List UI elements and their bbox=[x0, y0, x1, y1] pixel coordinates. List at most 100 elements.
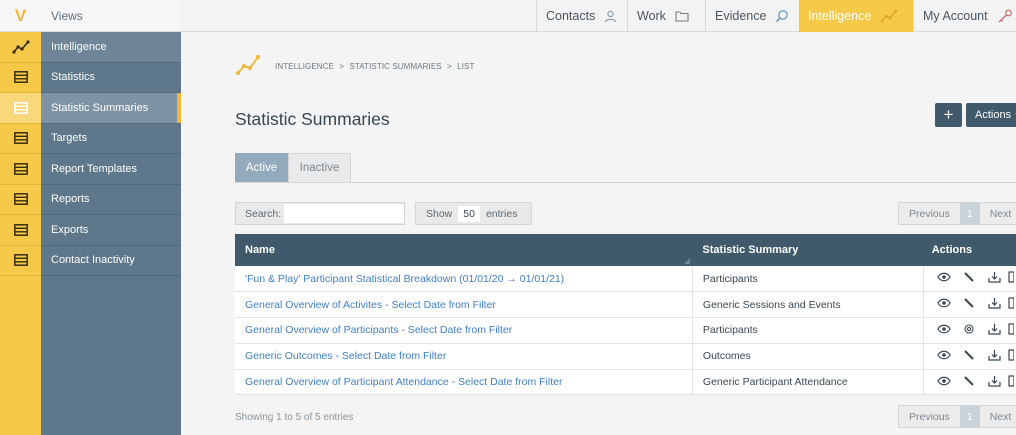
list-icon bbox=[13, 162, 28, 175]
sidebar-item-label: Targets bbox=[51, 132, 88, 145]
list-icon bbox=[13, 101, 28, 114]
rail-item-contact-inactivity[interactable] bbox=[0, 246, 41, 276]
list-icon bbox=[13, 132, 28, 145]
sidebar-item-label: Statistics bbox=[51, 71, 96, 84]
column-statistic-summary-header[interactable]: Statistic Summary bbox=[692, 234, 924, 266]
download-icon[interactable] bbox=[983, 349, 1005, 364]
breadcrumb-intelligence[interactable]: INTELLIGENCE bbox=[275, 62, 334, 71]
folder-icon bbox=[675, 10, 689, 22]
previous-page-button[interactable]: Previous bbox=[899, 203, 960, 224]
tab-my-account[interactable]: My Account bbox=[913, 0, 1016, 32]
rail-item-report-templates[interactable] bbox=[0, 154, 41, 185]
eye-icon[interactable] bbox=[933, 324, 955, 337]
eye-icon[interactable] bbox=[933, 350, 955, 363]
list-icon bbox=[13, 254, 28, 267]
eye-icon[interactable] bbox=[933, 272, 955, 285]
settings-icon[interactable] bbox=[958, 323, 980, 338]
table-row: 'Fun & Play' Participant Statistical Bre… bbox=[235, 266, 1016, 293]
app-logo[interactable]: V bbox=[0, 0, 41, 32]
rail-item-exports[interactable] bbox=[0, 215, 41, 246]
sidebar-item-targets[interactable]: Targets bbox=[41, 124, 181, 154]
add-button[interactable]: + bbox=[935, 103, 962, 127]
row-name-link[interactable]: General Overview of Participant Attendan… bbox=[235, 369, 693, 396]
next-page-button[interactable]: Next bbox=[980, 203, 1016, 224]
row-summary: Generic Participant Attendance bbox=[692, 369, 925, 396]
row-actions bbox=[923, 266, 1016, 293]
row-actions bbox=[923, 291, 1016, 319]
page-length-control: Show 50 entries bbox=[415, 202, 532, 225]
rail-item-reports[interactable] bbox=[0, 185, 41, 215]
key-icon bbox=[997, 9, 1013, 23]
pencil-icon[interactable] bbox=[958, 297, 980, 312]
breadcrumb: INTELLIGENCE > STATISTIC SUMMARIES > LIS… bbox=[275, 62, 474, 71]
rail-item-intelligence[interactable] bbox=[0, 32, 41, 63]
next-page-button[interactable]: Next bbox=[980, 406, 1016, 427]
pagination-bottom: Previous 1 Next bbox=[898, 405, 1016, 428]
search-input[interactable] bbox=[284, 204, 404, 223]
sidebar-item-reports[interactable]: Reports bbox=[41, 185, 181, 215]
row-name-link[interactable]: Generic Outcomes - Select Date from Filt… bbox=[235, 343, 693, 370]
sidebar-item-label: Report Templates bbox=[51, 162, 138, 175]
breadcrumb-list: LIST bbox=[457, 62, 475, 71]
tab-work[interactable]: Work bbox=[627, 0, 705, 32]
delete-icon[interactable] bbox=[1008, 323, 1016, 338]
tab-contacts[interactable]: Contacts bbox=[536, 0, 627, 32]
table-row: General Overview of Participant Attendan… bbox=[235, 369, 1016, 396]
sidebar-item-label: Intelligence bbox=[51, 40, 107, 53]
sidebar-item-contact-inactivity[interactable]: Contact Inactivity bbox=[41, 246, 181, 276]
page-1-button[interactable]: 1 bbox=[959, 203, 980, 224]
delete-icon[interactable] bbox=[1008, 271, 1016, 286]
eye-icon[interactable] bbox=[933, 376, 955, 389]
tab-active[interactable]: Active bbox=[235, 153, 288, 182]
tab-inactive[interactable]: Inactive bbox=[288, 153, 351, 182]
sidebar-item-statistic-summaries[interactable]: Statistic Summaries bbox=[41, 93, 181, 124]
top-bar: Contacts Work Evidence Intelligence My A… bbox=[181, 0, 1016, 32]
download-icon[interactable] bbox=[983, 297, 1005, 312]
delete-icon[interactable] bbox=[1008, 374, 1016, 390]
icon-rail: V bbox=[0, 0, 41, 435]
download-icon[interactable] bbox=[983, 323, 1005, 338]
breadcrumb-separator: > bbox=[339, 62, 345, 71]
tabs-divider bbox=[235, 182, 1016, 183]
eye-icon[interactable] bbox=[933, 298, 955, 311]
list-icon bbox=[13, 71, 28, 84]
rail-item-statistic-summaries[interactable] bbox=[0, 93, 41, 124]
chart-line-icon bbox=[11, 40, 30, 54]
pencil-icon[interactable] bbox=[958, 349, 980, 364]
entries-label: entries bbox=[485, 207, 518, 220]
table-row: General Overview of Participants - Selec… bbox=[235, 317, 1016, 344]
delete-icon[interactable] bbox=[1008, 349, 1016, 364]
row-summary: Generic Sessions and Events bbox=[692, 291, 925, 319]
sidebar-item-exports[interactable]: Exports bbox=[41, 215, 181, 246]
tab-evidence[interactable]: Evidence bbox=[705, 0, 799, 32]
download-icon[interactable] bbox=[983, 271, 1005, 286]
download-icon[interactable] bbox=[983, 375, 1005, 390]
pencil-icon[interactable] bbox=[958, 375, 980, 390]
page-title: Statistic Summaries bbox=[235, 109, 390, 129]
actions-dropdown-button[interactable]: Actions ▼ bbox=[966, 103, 1016, 127]
page-length-select[interactable]: 50 bbox=[458, 205, 480, 222]
rail-item-targets[interactable] bbox=[0, 124, 41, 154]
row-name-link[interactable]: General Overview of Activites - Select D… bbox=[235, 291, 693, 319]
pagination-top: Previous 1 Next bbox=[898, 202, 1016, 225]
column-name-header[interactable]: Name bbox=[235, 234, 693, 266]
row-name-link[interactable]: 'Fun & Play' Participant Statistical Bre… bbox=[235, 266, 693, 293]
list-icon bbox=[13, 223, 28, 236]
row-name-link[interactable]: General Overview of Participants - Selec… bbox=[235, 317, 693, 344]
previous-page-button[interactable]: Previous bbox=[899, 406, 960, 427]
chart-line-icon bbox=[880, 9, 898, 23]
sidebar-item-intelligence[interactable]: Intelligence bbox=[41, 32, 181, 63]
breadcrumb-statistic-summaries[interactable]: STATISTIC SUMMARIES bbox=[349, 62, 441, 71]
list-icon bbox=[13, 193, 28, 206]
tab-label: My Account bbox=[923, 9, 988, 23]
pencil-icon[interactable] bbox=[958, 271, 980, 286]
sidebar-item-statistics[interactable]: Statistics bbox=[41, 63, 181, 93]
sidebar-item-label: Statistic Summaries bbox=[51, 101, 149, 114]
actions-label: Actions bbox=[975, 109, 1012, 121]
sidebar-item-report-templates[interactable]: Report Templates bbox=[41, 154, 181, 185]
rail-item-statistics[interactable] bbox=[0, 63, 41, 93]
sidebar-item-label: Reports bbox=[51, 193, 90, 206]
tab-intelligence[interactable]: Intelligence bbox=[799, 0, 913, 32]
delete-icon[interactable] bbox=[1008, 297, 1016, 312]
page-1-button[interactable]: 1 bbox=[959, 406, 980, 427]
